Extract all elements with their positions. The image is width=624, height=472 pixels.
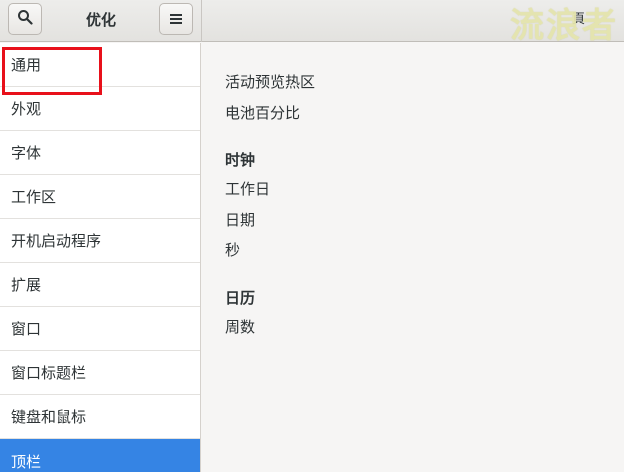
sidebar-item-extensions[interactable]: 扩展 <box>0 263 200 307</box>
search-button[interactable] <box>8 3 42 35</box>
sidebar-item-label: 开机启动程序 <box>11 232 102 250</box>
battery-percentage-setting-label: 电池百分比 <box>225 104 301 122</box>
sidebar-item-general[interactable]: 通用 <box>0 43 200 87</box>
sidebar-item-label: 外观 <box>11 100 42 118</box>
calendar-section-title: 日历 <box>225 289 256 307</box>
sidebar-item-label: 通用 <box>11 56 42 74</box>
hot-corner-setting-label: 活动预览热区 <box>225 73 316 91</box>
sidebar-item-label: 字体 <box>11 144 42 162</box>
sidebar-item-window-titlebars[interactable]: 窗口标题栏 <box>0 351 200 395</box>
sidebar-item-label: 窗口标题栏 <box>11 364 87 382</box>
sidebar-item-keyboard-mouse[interactable]: 键盘和鼠标 <box>0 395 200 439</box>
clock-section-title: 时钟 <box>225 151 256 169</box>
sidebar: 通用 外观 字体 工作区 开机启动程序 扩展 窗口 窗口标题栏 键盘和鼠标 顶栏 <box>0 43 201 472</box>
sidebar-item-appearance[interactable]: 外观 <box>0 87 200 131</box>
watermark: 流浪者 <box>510 6 618 46</box>
sidebar-item-label: 键盘和鼠标 <box>11 408 87 426</box>
settings-panel: 活动预览热区 电池百分比 时钟 工作日 日期 秒 日历 周数 <box>202 43 624 472</box>
seconds-setting-label: 秒 <box>225 241 241 259</box>
sidebar-item-label: 扩展 <box>11 276 42 294</box>
sidebar-item-startup-applications[interactable]: 开机启动程序 <box>0 219 200 263</box>
menu-button[interactable] <box>159 3 193 35</box>
sidebar-item-label: 工作区 <box>11 188 57 206</box>
date-setting-label: 日期 <box>225 211 256 229</box>
header-divider <box>201 0 202 42</box>
hamburger-menu-icon <box>169 10 183 29</box>
search-icon <box>17 9 33 29</box>
sidebar-item-workspaces[interactable]: 工作区 <box>0 175 200 219</box>
sidebar-item-windows[interactable]: 窗口 <box>0 307 200 351</box>
sidebar-item-label: 窗口 <box>11 320 42 338</box>
sidebar-item-fonts[interactable]: 字体 <box>0 131 200 175</box>
sidebar-item-top-bar[interactable]: 顶栏 <box>0 439 200 472</box>
sidebar-item-label: 顶栏 <box>11 452 42 471</box>
header-bar: 优化 頁 流浪者 <box>0 0 624 46</box>
window-title: 优化 <box>85 10 116 29</box>
week-numbers-setting-label: 周数 <box>225 318 256 336</box>
weekday-setting-label: 工作日 <box>225 180 271 198</box>
